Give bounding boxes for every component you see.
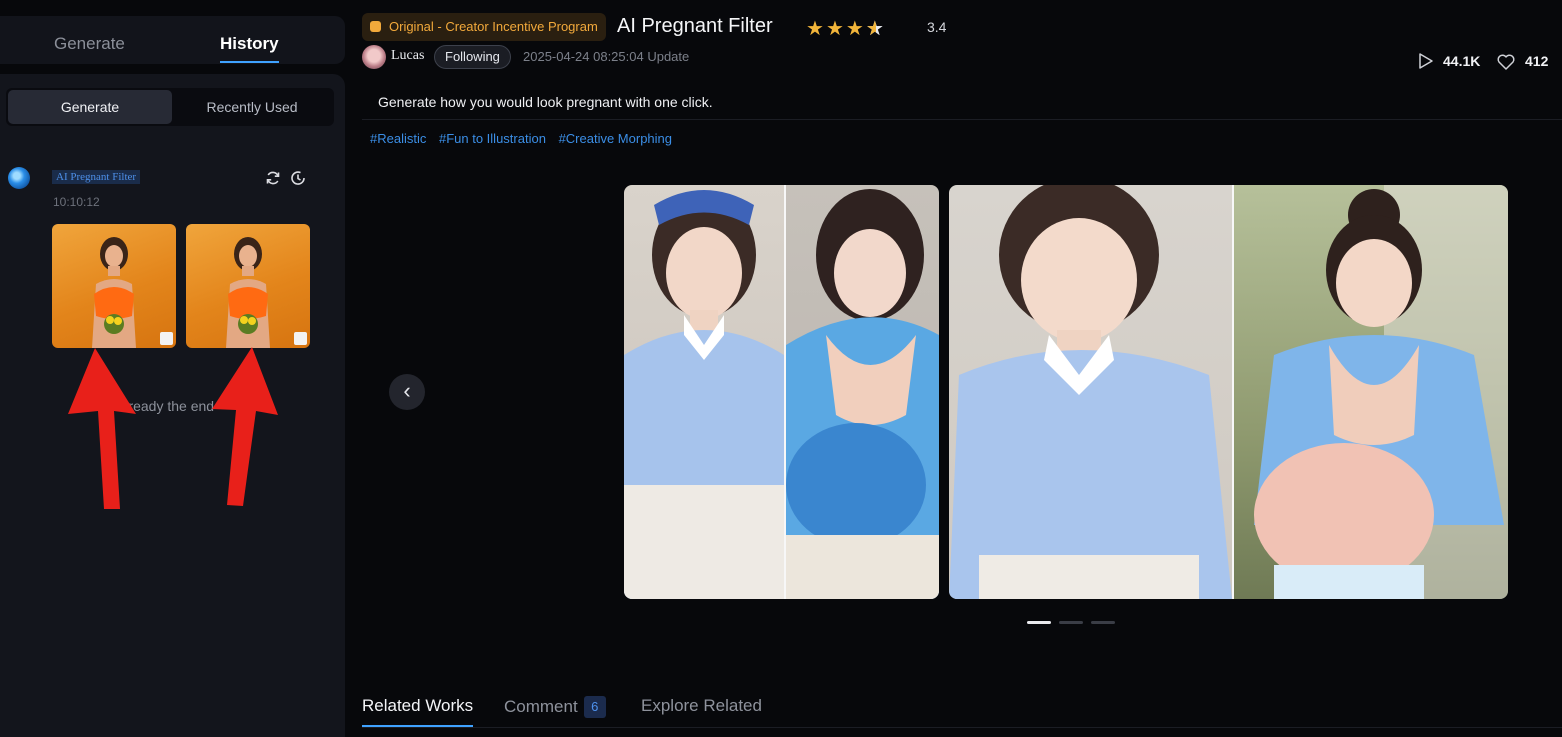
play-count: 44.1K (1443, 53, 1481, 69)
rating-stars: ★★★★★ (806, 16, 886, 41)
update-timestamp: 2025-04-24 08:25:04 Update (523, 49, 690, 64)
segment-generate[interactable]: Generate (8, 90, 172, 124)
carousel-dot-2[interactable] (1059, 621, 1083, 624)
hexagon-icon (370, 21, 381, 32)
segment-recently-used[interactable]: Recently Used (172, 90, 332, 124)
clock-icon[interactable] (290, 170, 306, 186)
end-of-list-text: Already the end (116, 398, 215, 414)
tab-comment[interactable]: Comment 6 (504, 696, 606, 718)
star-half-icon: ★ (865, 18, 886, 40)
tab-generate[interactable]: Generate (54, 34, 125, 54)
sidebar-top-tabs: Generate History (0, 16, 345, 64)
history-item-tag[interactable]: AI Pregnant Filter (52, 170, 141, 184)
generated-image (92, 237, 136, 348)
carousel-slide-2[interactable] (949, 185, 1508, 599)
generated-image (226, 237, 270, 348)
page-title: AI Pregnant Filter (617, 15, 773, 37)
edit-icon[interactable] (294, 332, 307, 345)
creator-program-label: Original - Creator Incentive Program (389, 19, 598, 34)
following-button[interactable]: Following (434, 45, 511, 69)
rating-value: 3.4 (927, 19, 947, 35)
creator-program-badge[interactable]: Original - Creator Incentive Program (362, 13, 606, 41)
carousel-prev-button[interactable]: ‹ (389, 374, 425, 410)
play-icon (1419, 53, 1433, 69)
after-image (786, 185, 939, 599)
app-logo-icon (8, 167, 30, 189)
history-thumbnail-1[interactable] (52, 224, 176, 348)
photo-before (624, 190, 784, 599)
star-icon: ★ (825, 18, 846, 40)
author-name[interactable]: Lucas (391, 48, 424, 64)
after-image (1234, 185, 1508, 599)
history-item-time: 10:10:12 (53, 195, 100, 209)
like-count: 412 (1525, 53, 1549, 69)
refresh-icon[interactable] (265, 170, 281, 186)
history-panel: Generate Recently Used AI Pregnant Filte… (0, 74, 345, 737)
before-image (624, 185, 784, 599)
carousel-slide-1[interactable] (624, 185, 939, 599)
tab-history[interactable]: History (220, 34, 279, 63)
tab-related-works[interactable]: Related Works (362, 696, 474, 727)
divider (362, 727, 1562, 728)
photo-before (949, 185, 1232, 599)
tag-list: #Realistic #Fun to Illustration #Creativ… (370, 131, 681, 146)
carousel-dot-3[interactable] (1091, 621, 1115, 624)
tag-creative-morphing[interactable]: #Creative Morphing (559, 131, 672, 146)
carousel-dot-1[interactable] (1027, 621, 1051, 624)
tag-fun-to-illustration[interactable]: #Fun to Illustration (439, 131, 546, 146)
photo-after (1254, 185, 1508, 599)
tag-realistic[interactable]: #Realistic (370, 131, 426, 146)
edit-icon[interactable] (160, 332, 173, 345)
comment-count-badge: 6 (583, 696, 606, 718)
history-segment: Generate Recently Used (6, 88, 334, 126)
divider (362, 119, 1562, 120)
description: Generate how you would look pregnant wit… (378, 94, 713, 110)
photo-after (786, 189, 939, 599)
history-thumbnail-2[interactable] (186, 224, 310, 348)
star-icon: ★ (806, 18, 826, 40)
chevron-left-icon: ‹ (403, 378, 411, 403)
heart-icon[interactable] (1496, 53, 1516, 71)
avatar[interactable] (362, 45, 386, 69)
star-icon: ★ (845, 18, 866, 40)
before-image (949, 185, 1232, 599)
tab-comment-label: Comment (504, 697, 578, 716)
tab-explore-related[interactable]: Explore Related (641, 696, 762, 716)
